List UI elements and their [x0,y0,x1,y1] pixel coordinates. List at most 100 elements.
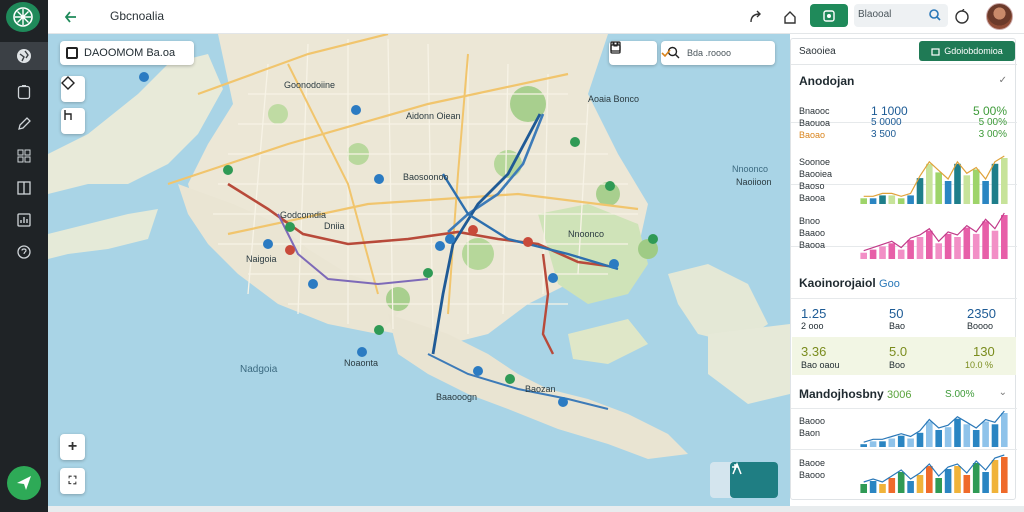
chart-bar [860,444,867,447]
kpi-value: 3.36 [801,344,827,359]
chart-bar [916,432,924,447]
volume-label: Baaoo [799,228,826,238]
save-icon[interactable] [609,41,622,54]
water-label: Nnoonco [732,164,769,174]
map-label: Goonodoiine [284,80,336,90]
monthly-label: Baooe [799,458,826,468]
place-card[interactable]: DAOOMOM Ba.oa [60,41,194,65]
kpi-sub: Boooo [967,321,994,331]
share-icon [750,10,761,23]
chart-bar [954,237,961,259]
summary-label: Bnaooc [799,106,830,116]
kpi-sub: Bao oaou [801,360,840,370]
toggle-button[interactable] [810,4,848,27]
map-label: Baaooogn [436,392,478,402]
trend-label: Soonoe [799,157,831,167]
map-view-toggles [609,41,657,65]
rail-layers-button[interactable] [0,42,48,70]
kpi-sub: Boo [889,360,906,370]
map-label: Noaonta [344,358,379,368]
chart-bar [963,475,971,493]
chevron-down-icon[interactable]: ✓ [999,75,1007,86]
share-button[interactable] [745,6,767,28]
zoom-fit-button[interactable]: ⛶ [60,468,85,494]
chart-bar [869,481,877,493]
panel-header-button[interactable]: Gdoiobdomioa [919,41,1015,61]
summary-pct: 5 00% [972,104,1007,118]
rail-help-button[interactable] [8,238,40,266]
map-label: Dniia [324,221,345,231]
top-bar: Gbcnoalia Blaooal [48,0,1024,34]
kpi-value: 5.0 [889,344,908,359]
zoom-in-button[interactable]: + [60,434,85,460]
kpi-sub: 2 ooo [801,321,824,331]
kpi-accent: Goo [879,278,900,290]
chart-bar [926,466,933,493]
user-avatar[interactable] [986,3,1013,30]
chart-bar [907,240,914,259]
folder-icon [931,47,940,56]
map-search-input[interactable]: Bda .roooo [661,41,775,65]
chart-bar [972,463,980,493]
chart-bar [963,424,971,447]
compass-logo-icon[interactable] [6,2,40,32]
route-tool-button[interactable] [61,108,85,134]
help-button[interactable] [951,6,973,28]
chart-bar [935,430,942,447]
map-label: Godcomdia [280,210,327,220]
chart-bar [916,475,924,493]
chart-bar [897,435,905,447]
map-nav-button[interactable] [730,462,778,498]
chart-bar [935,243,942,259]
back-button[interactable] [60,6,82,28]
navigate-fab-button[interactable] [7,466,41,500]
pencil-icon [18,117,31,130]
plus-icon: + [67,438,78,455]
map-label: Naoiioon [736,177,772,187]
chart-bar [897,472,905,493]
volume-chart [860,212,1008,259]
chart-bar [869,441,877,447]
volume-labels: Bnoo Baaoo Baooa [799,215,825,251]
chevron-down-icon[interactable]: ⌄ [999,387,1007,398]
top-search-input[interactable]: Blaooal [854,4,948,27]
search-icon [929,9,941,21]
section-title: Anodojan [799,74,855,88]
map-label: Aoaia Bonco [588,94,640,104]
place-square-icon [66,47,78,59]
chart-bar [944,233,952,259]
help-icon [955,9,969,24]
chart-bar [1001,215,1008,259]
chart-bar [991,460,999,493]
panel-header-title: Saooiea [799,46,836,57]
columns-icon [17,181,31,195]
rail-analytics-button[interactable] [8,206,40,234]
monthly-pct: S.00% [945,389,975,400]
map-label: Baosoonoo [403,172,449,182]
chart-bar [888,438,896,447]
place-card-label: DAOOMOM Ba.oa [84,47,176,59]
directions-tool-button[interactable] [61,76,85,102]
chart-bar [963,227,971,259]
chart-bar [907,481,914,493]
rail-edit-button[interactable] [8,110,40,138]
arrow-left-icon [64,11,76,23]
rail-info-button[interactable] [8,78,40,106]
chart-bar [954,466,961,493]
chart-bar [879,441,886,447]
home-button[interactable] [779,6,801,28]
section-title: Mandojhosbny 3006 [799,387,912,401]
chart-bar [888,478,896,493]
chart-bar [991,230,999,259]
chart-bar [1001,457,1008,493]
rail-grid-button[interactable] [8,142,40,170]
kpi-value: 130 [973,344,995,359]
map-canvas [48,34,790,459]
rail-columns-button[interactable] [8,174,40,202]
map-view[interactable]: Goonodoiine Aidonn Oiean Baosoonoo Godco… [48,34,790,506]
volume-label: Baooa [799,240,826,250]
kpi-value: 2350 [967,306,996,321]
home-icon [784,11,796,24]
trend-label: Baooiea [799,169,833,179]
monthly-accent: 3006 [887,389,912,401]
